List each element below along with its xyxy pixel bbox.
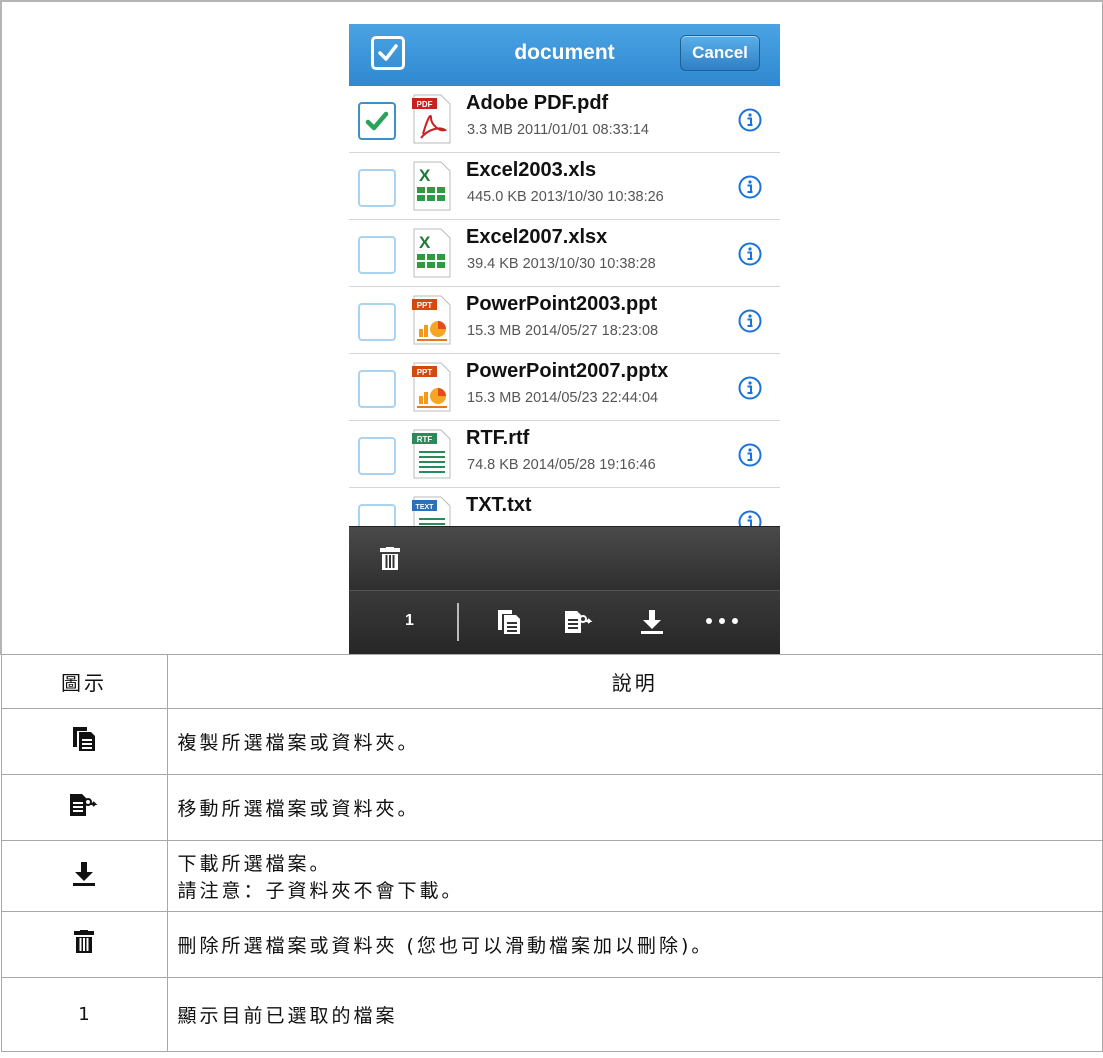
- more-icon[interactable]: [705, 617, 739, 625]
- file-list-item[interactable]: PDF Adobe PDF.pdf 3.3 MB 2011/01/01 08:33…: [349, 86, 780, 153]
- file-list-item[interactable]: RTF RTF.rtf 74.8 KB 2014/05/28 19:16:46: [349, 421, 780, 488]
- svg-text:PDF: PDF: [417, 100, 433, 109]
- check-icon: [365, 111, 389, 131]
- info-icon[interactable]: [738, 108, 762, 132]
- file-list: PDF Adobe PDF.pdf 3.3 MB 2011/01/01 08:33…: [349, 86, 780, 555]
- table-row: 下載所選檔案。 請注意：子資料夾不會下載。: [0, 840, 1103, 912]
- info-icon[interactable]: [738, 376, 762, 400]
- file-name: Excel2003.xls: [466, 159, 597, 181]
- copy-icon: [73, 727, 95, 751]
- row-description: 移動所選檔案或資料夾。: [166, 774, 1103, 841]
- file-list-item[interactable]: PPT PowerPoint2003.ppt 15.3 MB 2014/05/27…: [349, 287, 780, 354]
- excel-file-icon: X: [413, 228, 451, 278]
- table-row: 複製所選檔案或資料夾。: [0, 708, 1103, 775]
- file-checkbox[interactable]: [358, 437, 396, 475]
- file-name: Excel2007.xlsx: [466, 226, 608, 248]
- file-meta: 15.3 MB 2014/05/23 22:44:04: [467, 390, 659, 406]
- file-name: PowerPoint2007.pptx: [466, 360, 669, 382]
- nav-bar: document Cancel: [349, 24, 780, 86]
- file-checkbox[interactable]: [358, 236, 396, 274]
- excel-file-icon: X: [413, 161, 451, 211]
- file-checkbox[interactable]: [358, 102, 396, 140]
- file-checkbox[interactable]: [358, 370, 396, 408]
- table-row: 移動所選檔案或資料夾。: [0, 774, 1103, 841]
- file-meta: 39.4 KB 2013/10/30 10:38:28: [467, 256, 656, 272]
- ppt-file-icon: PPT: [412, 295, 451, 345]
- trash-icon[interactable]: [379, 547, 401, 571]
- rtf-file-icon: RTF: [412, 429, 451, 479]
- header-icon-cell: 圖示: [0, 654, 168, 709]
- help-table: document Cancel PDF Adobe PDF.pdf 3.3 MB …: [0, 0, 1103, 1052]
- file-name: RTF.rtf: [466, 427, 530, 449]
- row-description: 下載所選檔案。: [177, 853, 332, 875]
- file-meta: 74.8 KB 2014/05/28 19:16:46: [467, 457, 656, 473]
- row-note: 請注意：子資料夾不會下載。: [177, 880, 464, 902]
- svg-text:TEXT: TEXT: [416, 504, 435, 511]
- toolbar-top: [349, 526, 780, 591]
- file-checkbox[interactable]: [358, 303, 396, 341]
- svg-text:X: X: [419, 233, 431, 252]
- file-list-item[interactable]: PPT PowerPoint2007.pptx 15.3 MB 2014/05/2…: [349, 354, 780, 421]
- file-name: TXT.txt: [466, 494, 532, 516]
- svg-text:RTF: RTF: [417, 435, 433, 444]
- move-icon: [70, 794, 98, 816]
- count-label: 1: [0, 977, 168, 1052]
- table-row: 刪除所選檔案或資料夾 (您也可以滑動檔案加以刪除)。: [0, 911, 1103, 978]
- svg-text:X: X: [419, 166, 431, 185]
- file-name: Adobe PDF.pdf: [466, 92, 609, 114]
- file-checkbox[interactable]: [358, 169, 396, 207]
- cancel-button[interactable]: Cancel: [680, 35, 760, 71]
- header-desc-cell: 說明: [166, 654, 1103, 709]
- info-icon[interactable]: [738, 443, 762, 467]
- ppt-file-icon: PPT: [412, 362, 451, 412]
- info-icon[interactable]: [738, 175, 762, 199]
- table-header-row: 圖示 說明: [0, 654, 1103, 709]
- file-list-item[interactable]: X Excel2007.xlsx 39.4 KB 2013/10/30 10:38…: [349, 220, 780, 287]
- pdf-file-icon: PDF: [412, 94, 451, 144]
- selected-count[interactable]: 1: [405, 612, 414, 630]
- copy-icon[interactable]: [497, 609, 521, 635]
- file-meta: 15.3 MB 2014/05/27 18:23:08: [467, 323, 659, 339]
- file-list-item[interactable]: X Excel2003.xls 445.0 KB 2013/10/30 10:38…: [349, 153, 780, 220]
- table-row: 1 顯示目前已選取的檔案: [0, 977, 1103, 1052]
- file-name: PowerPoint2003.ppt: [466, 293, 658, 315]
- toolbar-divider: [457, 603, 459, 641]
- info-icon[interactable]: [738, 309, 762, 333]
- move-icon[interactable]: [564, 609, 594, 635]
- svg-text:PPT: PPT: [417, 368, 433, 377]
- file-meta: 3.3 MB 2011/01/01 08:33:14: [467, 122, 649, 138]
- download-icon: [73, 861, 95, 886]
- row-description: 複製所選檔案或資料夾。: [166, 708, 1103, 775]
- row-description: 刪除所選檔案或資料夾 (您也可以滑動檔案加以刪除)。: [166, 911, 1103, 978]
- info-icon[interactable]: [738, 242, 762, 266]
- toolbar-bottom: 1: [349, 590, 780, 654]
- phone-screen: document Cancel PDF Adobe PDF.pdf 3.3 MB …: [349, 24, 780, 654]
- download-icon[interactable]: [639, 609, 665, 635]
- trash-icon: [74, 930, 94, 953]
- svg-text:PPT: PPT: [417, 301, 433, 310]
- row-description: 顯示目前已選取的檔案: [166, 977, 1103, 1052]
- file-meta: 445.0 KB 2013/10/30 10:38:26: [467, 189, 664, 205]
- screenshot-cell: document Cancel PDF Adobe PDF.pdf 3.3 MB …: [0, 0, 1103, 655]
